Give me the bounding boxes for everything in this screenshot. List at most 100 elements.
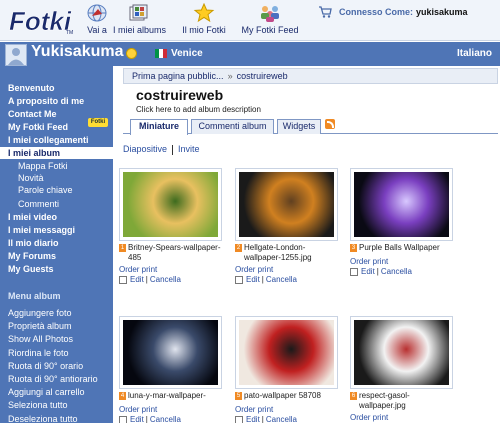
nav-label: Il mio Fotki xyxy=(182,25,226,35)
avatar[interactable] xyxy=(5,44,27,66)
action-divider: | xyxy=(261,415,264,423)
sidebar-item[interactable]: Novità xyxy=(0,172,113,184)
delete-link[interactable]: Cancella xyxy=(150,275,181,284)
breadcrumb-separator: » xyxy=(227,71,233,81)
photo-title[interactable]: pato-wallpaper 58708 xyxy=(244,391,340,401)
photo-title[interactable]: Britney-Spears-wallpaper-485 xyxy=(128,243,224,263)
sidebar-item[interactable]: My Forums xyxy=(0,250,113,262)
edit-link[interactable]: Edit xyxy=(246,275,260,284)
photo-title[interactable]: Hellgate-London-wallpaper-1255.jpg xyxy=(244,243,340,263)
order-print-link[interactable]: Order print xyxy=(235,405,273,414)
album-menu-item[interactable]: Riordina le foto xyxy=(0,347,113,359)
invite-link[interactable]: Invite xyxy=(178,144,200,154)
photo-thumbnail-frame[interactable] xyxy=(350,316,453,389)
photo-thumbnail-frame[interactable] xyxy=(235,168,338,241)
sidebar-item[interactable]: I miei video xyxy=(0,211,113,223)
album-menu-item[interactable]: Proprietà album xyxy=(0,320,113,332)
logged-in-status: Connesso Come: yukisakuma xyxy=(339,7,468,17)
delete-link[interactable]: Cancella xyxy=(266,275,297,284)
sidebar-item[interactable]: Il mio diario xyxy=(0,237,113,249)
albums-icon xyxy=(129,4,148,21)
photo-title[interactable]: luna-y-mar-wallpaper- xyxy=(128,391,224,401)
sidebar-item[interactable]: I miei messaggi xyxy=(0,224,113,236)
sidebar-item[interactable]: Parole chiave xyxy=(0,184,113,196)
edit-link[interactable]: Edit xyxy=(130,415,144,423)
fotki-logo[interactable]: Fotki TM xyxy=(6,3,78,37)
sidebar-item[interactable]: Benvenuto xyxy=(0,82,113,94)
select-checkbox[interactable] xyxy=(350,267,358,276)
photo-actions: Edit | Cancella xyxy=(235,415,297,423)
select-checkbox[interactable] xyxy=(235,415,243,423)
rss-feed-icon[interactable] xyxy=(325,119,335,129)
nav-vai-a[interactable]: Vai a xyxy=(82,0,112,41)
album-menu-item[interactable]: Show All Photos xyxy=(0,333,113,345)
album-menu-item[interactable]: Ruota di 90° antiorario xyxy=(0,373,113,385)
photo-title[interactable]: Purple Balls Wallpaper xyxy=(359,243,455,253)
photo-thumbnail-frame[interactable] xyxy=(235,316,338,389)
edit-link[interactable]: Edit xyxy=(246,415,260,423)
italy-flag-icon xyxy=(155,49,167,58)
select-checkbox[interactable] xyxy=(235,275,243,284)
delete-link[interactable]: Cancella xyxy=(381,267,412,276)
edit-link[interactable]: Edit xyxy=(361,267,375,276)
order-print-link[interactable]: Order print xyxy=(350,257,388,266)
album-menu-item[interactable]: Ruota di 90° orario xyxy=(0,360,113,372)
star-icon xyxy=(193,3,215,23)
mood-smiley-icon xyxy=(126,48,137,59)
edit-link[interactable]: Edit xyxy=(130,275,144,284)
photo-thumbnail[interactable] xyxy=(354,172,449,237)
select-checkbox[interactable] xyxy=(119,415,127,423)
photo-number-badge: 3 xyxy=(350,244,357,252)
delete-link[interactable]: Cancella xyxy=(266,415,297,423)
order-print-link[interactable]: Order print xyxy=(119,265,157,274)
cart-icon[interactable] xyxy=(318,6,332,18)
photo-thumbnail[interactable] xyxy=(354,320,449,385)
language-selector[interactable]: Italiano xyxy=(457,48,492,59)
action-divider: | xyxy=(261,275,264,284)
sidebar-item[interactable]: I miei album xyxy=(0,147,113,159)
photo-number-badge: 2 xyxy=(235,244,242,252)
connesso-label: Connesso Come: xyxy=(339,7,414,17)
breadcrumb: Prima pagina pubblic...» costruireweb xyxy=(123,68,498,84)
photo-title[interactable]: respect-gasol-wallpaper.jpg xyxy=(359,391,455,411)
tab-miniature[interactable]: Miniature xyxy=(130,119,188,135)
slideshow-link[interactable]: Diapositive xyxy=(123,144,167,154)
sidebar-item[interactable]: I miei collegamenti xyxy=(0,134,113,146)
action-divider: | xyxy=(145,415,148,423)
username-title[interactable]: Yukisakuma xyxy=(31,43,124,61)
sidebar-item[interactable]: Mappa Fotki xyxy=(0,160,113,172)
delete-link[interactable]: Cancella xyxy=(150,415,181,423)
connesso-username[interactable]: yukisakuma xyxy=(416,7,468,17)
svg-text:TM: TM xyxy=(66,30,73,36)
breadcrumb-home-link[interactable]: Prima pagina pubblic... xyxy=(132,71,224,81)
nav-il-mio-fotki[interactable]: Il mio Fotki xyxy=(182,0,226,41)
photo-thumbnail[interactable] xyxy=(123,320,218,385)
photo-number-badge: 6 xyxy=(350,392,357,400)
album-menu-item[interactable]: Aggiungere foto xyxy=(0,307,113,319)
photo-thumbnail-frame[interactable] xyxy=(350,168,453,241)
sidebar-item[interactable]: My Guests xyxy=(0,263,113,275)
nav-i-miei-albums[interactable]: I miei albums xyxy=(113,0,166,41)
album-menu-item[interactable]: Aggiungi al carrello xyxy=(0,386,113,398)
sidebar-item[interactable]: A proposito di me xyxy=(0,95,113,107)
globe-icon xyxy=(87,4,107,22)
photo-thumbnail-frame[interactable] xyxy=(119,316,222,389)
tab-commenti-album[interactable]: Commenti album xyxy=(191,119,274,134)
action-divider: | xyxy=(376,267,379,276)
photo-thumbnail[interactable] xyxy=(239,172,334,237)
photo-thumbnail[interactable] xyxy=(123,172,218,237)
album-menu-item[interactable]: Deseleziona tutto xyxy=(0,413,113,423)
order-print-link[interactable]: Order print xyxy=(350,413,388,422)
album-description-prompt[interactable]: Click here to add album description xyxy=(136,105,261,114)
svg-text:Fotki: Fotki xyxy=(9,6,72,36)
album-menu-item[interactable]: Seleziona tutto xyxy=(0,399,113,411)
order-print-link[interactable]: Order print xyxy=(235,265,273,274)
photo-thumbnail[interactable] xyxy=(239,320,334,385)
nav-my-fotki-feed[interactable]: My Fotki Feed xyxy=(240,0,300,41)
sidebar-item[interactable]: Commenti xyxy=(0,198,113,210)
select-checkbox[interactable] xyxy=(119,275,127,284)
photo-thumbnail-frame[interactable] xyxy=(119,168,222,241)
order-print-link[interactable]: Order print xyxy=(119,405,157,414)
tab-widgets[interactable]: Widgets xyxy=(277,119,321,134)
top-navigation: Fotki TM Vai a I miei albums Il mio Fotk… xyxy=(0,0,500,41)
